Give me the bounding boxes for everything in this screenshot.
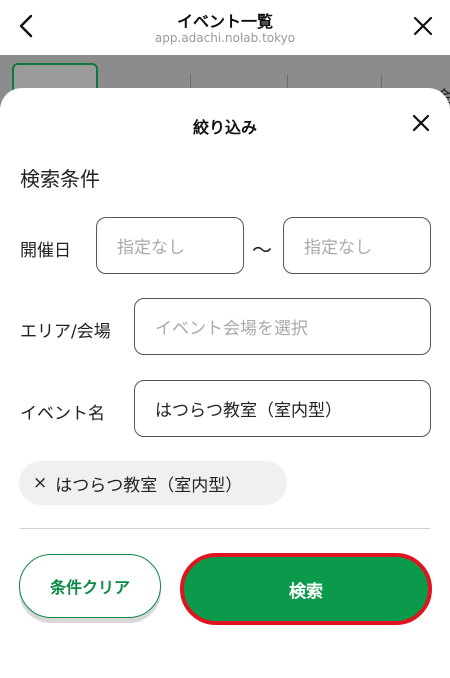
date-to-field[interactable]: 指定なし (283, 217, 431, 274)
date-label: 開催日 (20, 241, 71, 261)
filter-chip[interactable]: × はつらつ教室（室内型） (19, 461, 287, 505)
page-title: イベント一覧 (176, 12, 273, 31)
filter-modal: 絞り込み 検索条件 開催日 指定なし 〜 指定なし エリア/会場 イベント会場を… (0, 88, 450, 678)
top-navigation-bar: イベント一覧 app.adachi.nolab.tokyo (0, 0, 450, 56)
date-from-field[interactable]: 指定なし (96, 217, 244, 274)
search-button[interactable]: 検索 (180, 553, 432, 625)
chip-label: はつらつ教室（室内型） (55, 475, 243, 496)
area-label: エリア/会場 (20, 322, 111, 342)
date-range-separator: 〜 (252, 238, 272, 262)
event-name-label: イベント名 (20, 404, 105, 424)
venue-select-field[interactable]: イベント会場を選択 (134, 298, 431, 355)
page-url: app.adachi.nolab.tokyo (154, 31, 296, 45)
close-icon[interactable] (410, 13, 436, 39)
event-name-input[interactable]: はつらつ教室（室内型） (134, 380, 431, 437)
section-heading: 検索条件 (20, 167, 100, 191)
remove-chip-icon[interactable]: × (33, 473, 47, 493)
close-icon[interactable] (410, 112, 432, 134)
clear-conditions-button[interactable]: 条件クリア (19, 554, 161, 618)
modal-title: 絞り込み (192, 118, 257, 137)
divider (20, 528, 430, 529)
